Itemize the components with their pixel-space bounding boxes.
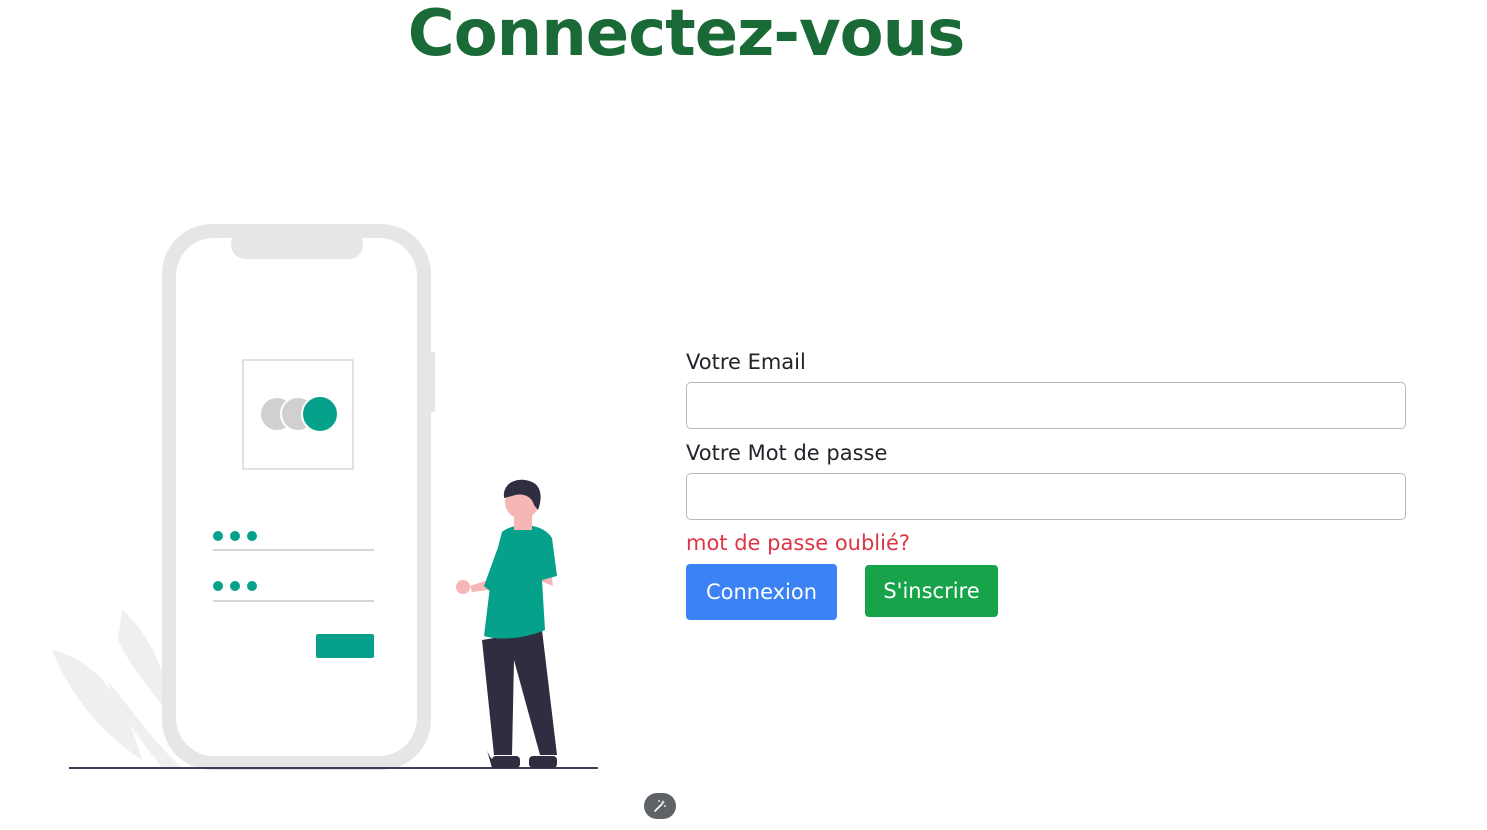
person-illustration	[456, 479, 557, 768]
email-input[interactable]	[686, 382, 1406, 429]
login-form: Votre Email Votre Mot de passe mot de pa…	[686, 346, 1406, 620]
password-label: Votre Mot de passe	[686, 441, 888, 465]
login-button[interactable]: Connexion	[686, 564, 837, 620]
email-label: Votre Email	[686, 350, 806, 374]
floating-action-button[interactable]	[644, 793, 676, 819]
forgot-password-link[interactable]: mot de passe oublié?	[686, 528, 1406, 558]
magic-wand-icon	[654, 800, 666, 812]
login-illustration	[52, 224, 598, 770]
signup-button[interactable]: S'inscrire	[865, 565, 998, 617]
page-title: Connectez-vous	[407, 0, 966, 71]
password-input[interactable]	[686, 473, 1406, 520]
phone-illustration	[162, 224, 435, 770]
